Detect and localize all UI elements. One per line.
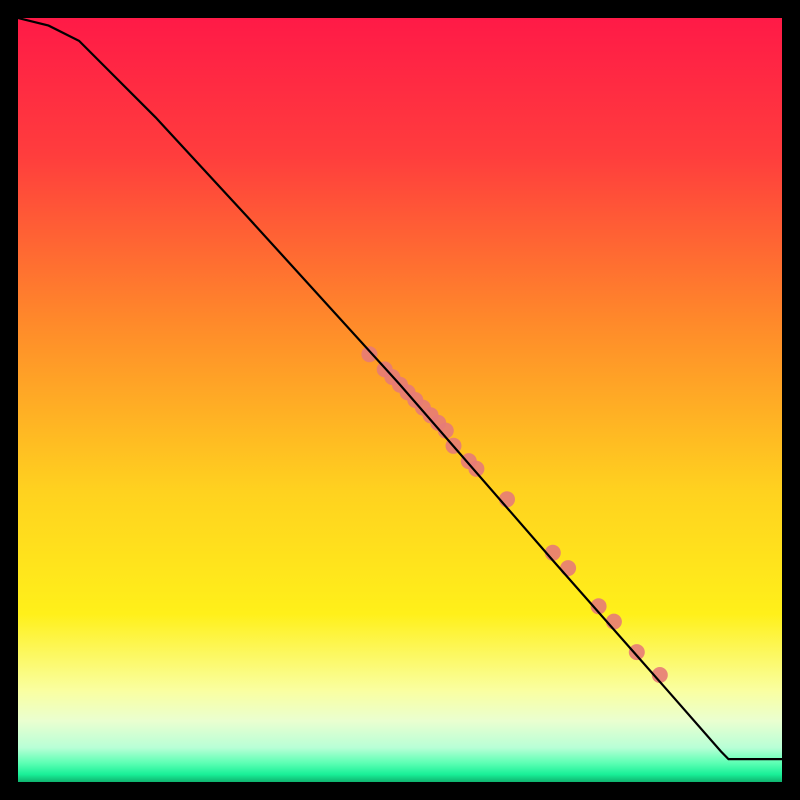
data-point [606,614,622,630]
data-point [361,346,377,362]
data-point [560,560,576,576]
gradient-bg [18,18,782,782]
chart-frame: TheBottleneck.com [18,18,782,782]
data-point [499,491,515,507]
data-point [468,461,484,477]
data-point [629,644,645,660]
chart-svg [18,18,782,782]
